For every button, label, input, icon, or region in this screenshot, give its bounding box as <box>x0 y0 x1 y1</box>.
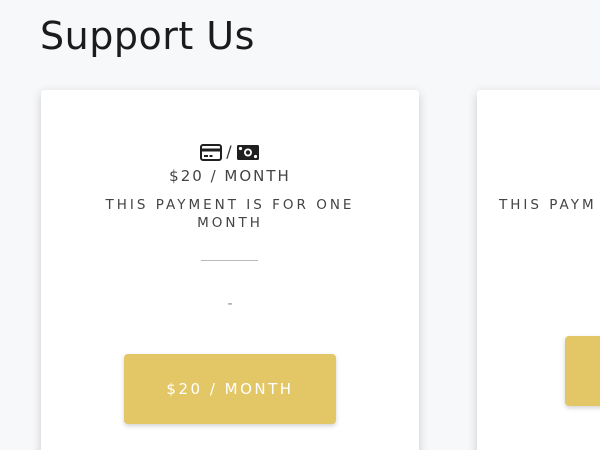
credit-card-icon <box>200 143 223 161</box>
plan-card: / $20 / MONTH THIS PAYMENT IS FOR ONE MO… <box>41 90 419 450</box>
payment-methods: / <box>41 142 419 162</box>
cash-icon <box>236 144 260 161</box>
support-page: Support Us / $20 / MONTH THIS PAYMENT IS… <box>0 0 600 450</box>
plan-card: THIS PAYM <box>477 90 600 450</box>
subscribe-button[interactable] <box>565 336 600 406</box>
plan-description: THIS PAYMENT IS FOR ONE MONTH <box>105 197 355 231</box>
plan-price: $20 / MONTH <box>169 167 291 185</box>
plan-description: THIS PAYM <box>499 197 597 213</box>
divider <box>201 260 258 261</box>
subscribe-button[interactable]: $20 / MONTH <box>124 354 336 424</box>
plan-note: - <box>227 296 233 312</box>
payment-separator: / <box>226 142 232 161</box>
page-title: Support Us <box>40 14 255 58</box>
